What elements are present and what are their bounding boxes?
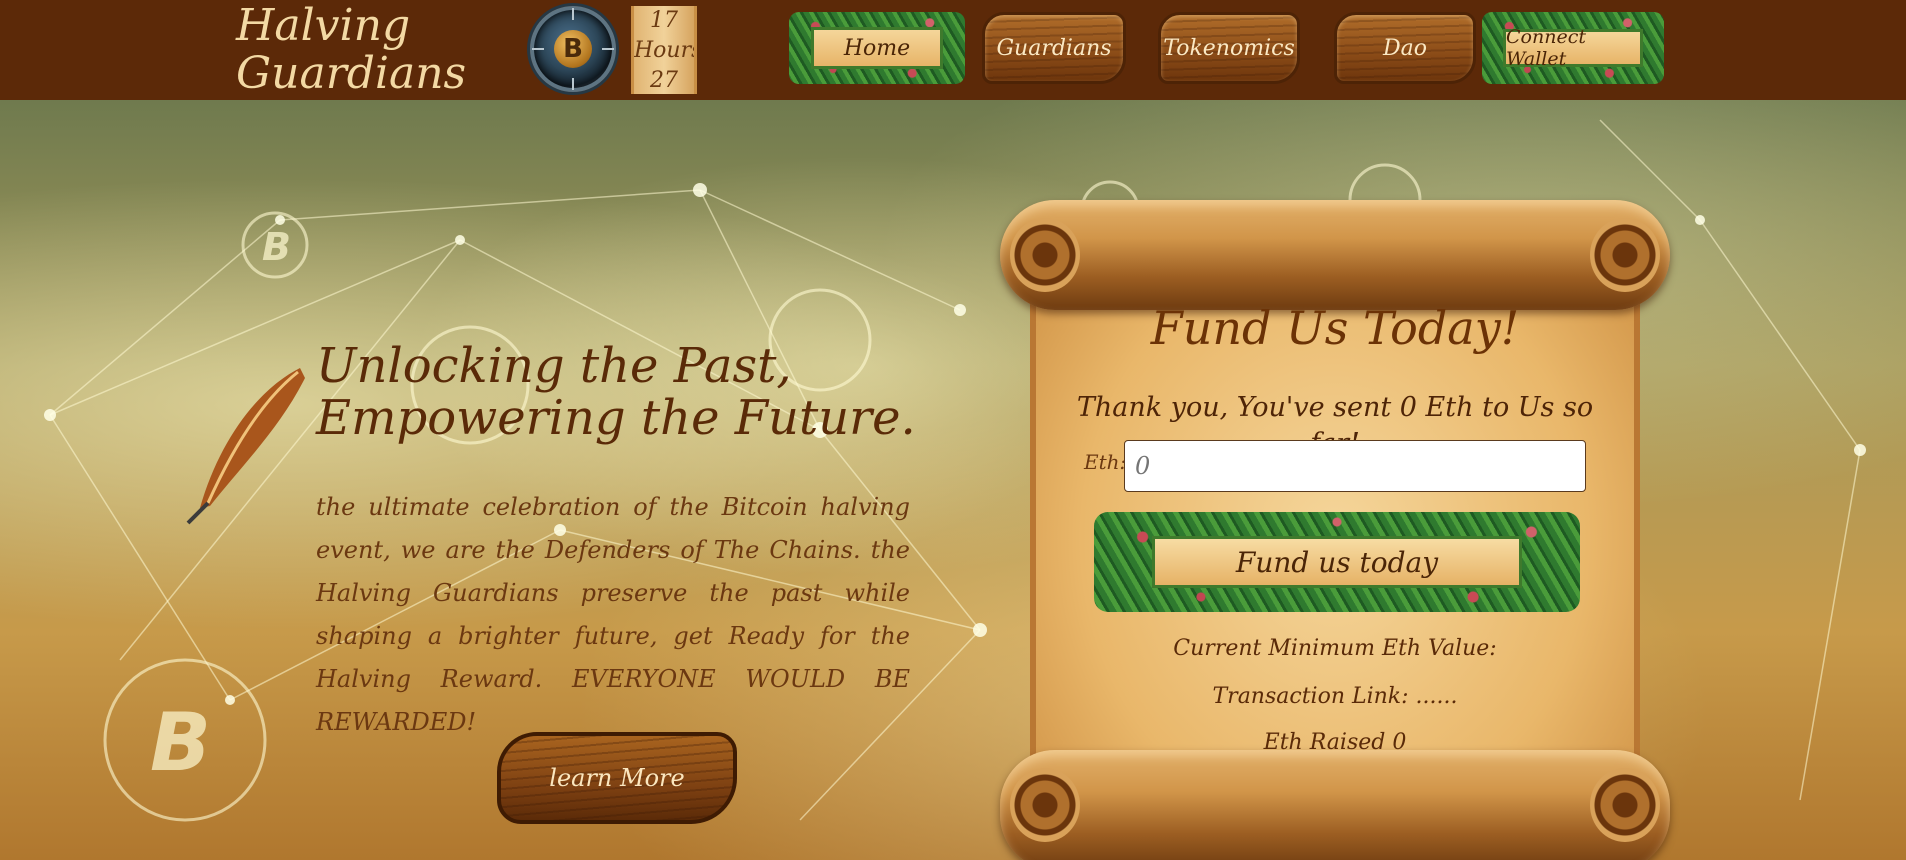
min-eth-value: Current Minimum Eth Value: — [1173, 636, 1497, 661]
nav-dao[interactable]: Dao — [1334, 12, 1476, 84]
nav-guardians[interactable]: Guardians — [982, 12, 1126, 84]
eth-label: Eth: — [1084, 450, 1127, 474]
hero-headline: Unlocking the Past, Empowering the Futur… — [316, 338, 916, 446]
hero-description: the ultimate celebration of the Bitcoin … — [316, 493, 910, 736]
connect-wallet-label: Connect Wallet — [1503, 26, 1643, 70]
nav-home[interactable]: Home — [789, 12, 965, 84]
timer-value-2: 27 — [650, 68, 678, 93]
svg-text:B: B — [150, 696, 211, 789]
bitcoin-coin-icon: B — [530, 6, 616, 92]
learn-more-button[interactable]: learn More — [497, 732, 737, 824]
svg-text:B: B — [262, 225, 291, 269]
quill-icon — [186, 368, 305, 525]
nav-dao-label: Dao — [1383, 35, 1427, 61]
scroll-top-roll — [1000, 200, 1670, 310]
brand-title[interactable]: Halving Guardians — [236, 2, 466, 98]
fund-us-button[interactable]: Fund us today — [1094, 512, 1580, 612]
fund-us-label: Fund us today — [1152, 536, 1522, 588]
fund-title: Fund Us Today! — [1150, 301, 1520, 355]
eth-raised: Eth Raised 0 — [1263, 730, 1407, 755]
timer-value: 17 — [650, 8, 678, 33]
learn-more-label: learn More — [549, 764, 685, 792]
eth-amount-input[interactable] — [1124, 440, 1586, 492]
nav-tokenomics[interactable]: Tokenomics — [1158, 12, 1300, 84]
connect-wallet-button[interactable]: Connect Wallet — [1482, 12, 1664, 84]
countdown-timer: 17 Hours 27 — [631, 6, 697, 94]
scroll-bottom-roll — [1000, 750, 1670, 860]
transaction-link[interactable]: Transaction Link: ...... — [1100, 684, 1570, 709]
header: Halving Guardians B 17 Hours 27 Home Gua… — [0, 0, 1906, 100]
timer-unit: Hours — [634, 38, 697, 63]
nav-guardians-label: Guardians — [996, 35, 1112, 61]
nav-home-label: Home — [811, 27, 943, 69]
nav-tokenomics-label: Tokenomics — [1163, 35, 1295, 61]
